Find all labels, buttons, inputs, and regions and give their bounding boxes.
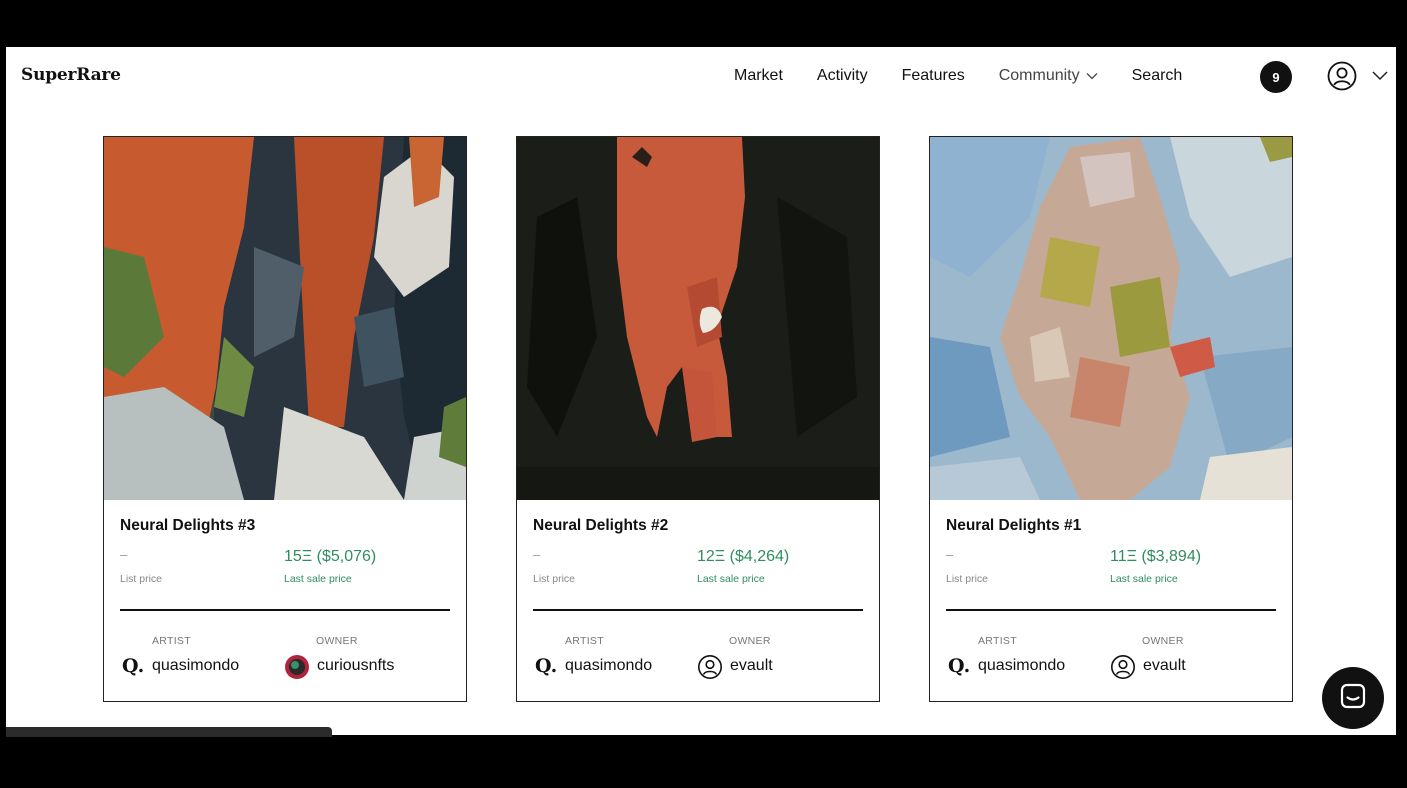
owner-name[interactable]: curiousnfts <box>317 657 394 675</box>
list-price-value: – <box>533 547 541 562</box>
artist-label: ARTIST <box>152 635 191 647</box>
card-divider <box>533 609 863 611</box>
artwork-title[interactable]: Neural Delights #1 <box>946 517 1081 535</box>
owner-avatar[interactable] <box>284 654 310 680</box>
list-price-value: – <box>946 547 954 562</box>
artist-label: ARTIST <box>978 635 1017 647</box>
owner-label: OWNER <box>1142 635 1184 647</box>
user-circle-icon[interactable] <box>1110 654 1136 680</box>
artwork-card[interactable]: Neural Delights #3 – List price 15Ξ ($5,… <box>103 136 467 702</box>
list-price-label: List price <box>120 573 163 585</box>
artist-avatar[interactable]: Q. <box>122 655 144 677</box>
artist-avatar[interactable]: Q. <box>535 655 557 677</box>
nav-search[interactable]: Search <box>1132 67 1183 85</box>
artist-name[interactable]: quasimondo <box>565 657 652 675</box>
card-divider <box>946 609 1276 611</box>
status-bar-tooltip <box>6 727 332 737</box>
list-price-label: List price <box>946 573 989 585</box>
last-sale-price-value: 12Ξ ($4,264) <box>697 548 790 565</box>
notification-badge[interactable]: 9 <box>1260 61 1292 93</box>
artist-avatar[interactable]: Q. <box>948 655 970 677</box>
last-sale-price-label: Last sale price <box>697 573 765 585</box>
owner-label: OWNER <box>729 635 771 647</box>
artwork-image[interactable] <box>104 137 466 500</box>
chevron-down-icon[interactable] <box>1372 69 1388 81</box>
superrare-logo[interactable]: SuperRare <box>21 65 121 85</box>
last-sale-price-value: 15Ξ ($5,076) <box>284 548 377 565</box>
site-header: SuperRare Market Activity Features Commu… <box>6 47 1396 107</box>
user-circle-icon[interactable] <box>1326 60 1358 92</box>
last-sale-price-value: 11Ξ ($3,894) <box>1110 548 1202 565</box>
nav-community[interactable]: Community <box>999 67 1098 85</box>
artist-label: ARTIST <box>565 635 604 647</box>
artist-name[interactable]: quasimondo <box>978 657 1065 675</box>
main-nav: Market Activity Features Community Searc… <box>734 67 1216 85</box>
chat-icon <box>1339 682 1367 715</box>
owner-name[interactable]: evault <box>730 657 773 675</box>
artwork-title[interactable]: Neural Delights #3 <box>120 517 255 535</box>
artwork-image[interactable] <box>517 137 879 500</box>
artwork-title[interactable]: Neural Delights #2 <box>533 517 668 535</box>
owner-label: OWNER <box>316 635 358 647</box>
user-circle-icon[interactable] <box>697 654 723 680</box>
list-price-label: List price <box>533 573 576 585</box>
chat-button[interactable] <box>1322 667 1384 729</box>
nav-features[interactable]: Features <box>902 67 965 85</box>
nav-market[interactable]: Market <box>734 67 783 85</box>
last-sale-price-label: Last sale price <box>284 573 352 585</box>
artwork-image[interactable] <box>930 137 1292 500</box>
artist-name[interactable]: quasimondo <box>152 657 239 675</box>
browser-viewport: SuperRare Market Activity Features Commu… <box>6 47 1396 735</box>
last-sale-price-label: Last sale price <box>1110 573 1178 585</box>
artwork-card[interactable]: Neural Delights #1 – List price 11Ξ ($3,… <box>929 136 1293 702</box>
nav-activity[interactable]: Activity <box>817 67 868 85</box>
chevron-down-icon <box>1086 67 1098 85</box>
owner-name[interactable]: evault <box>1143 657 1186 675</box>
list-price-value: – <box>120 547 128 562</box>
nav-community-label: Community <box>998 67 1080 84</box>
card-divider <box>120 609 450 611</box>
artwork-card[interactable]: Neural Delights #2 – List price 12Ξ ($4,… <box>516 136 880 702</box>
